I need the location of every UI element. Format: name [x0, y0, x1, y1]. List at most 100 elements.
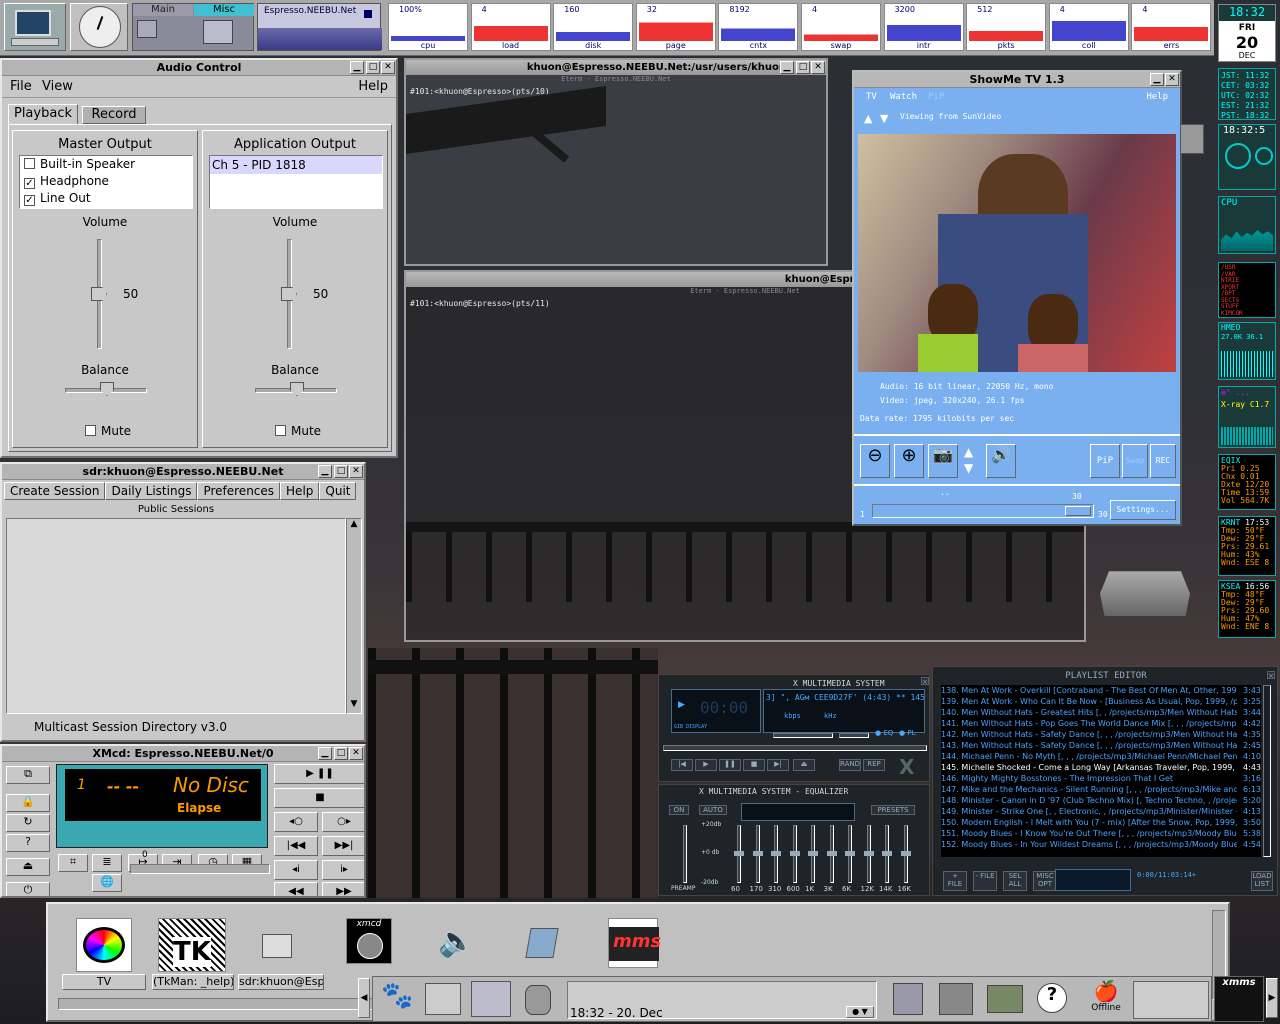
playlist-close-button[interactable]: ×	[1267, 671, 1275, 680]
clock-icon[interactable]	[70, 3, 128, 51]
swap-button[interactable]: Swap	[1122, 444, 1148, 478]
help-button[interactable]: Help	[280, 482, 320, 500]
playlist-item[interactable]: 143. Men Without Hats - Safety Dance [, …	[941, 740, 1261, 751]
playlist-item[interactable]: 151. Moody Blues - I Know You're Out The…	[941, 828, 1261, 839]
zoom-in-icon[interactable]: ⊕	[894, 444, 924, 478]
menu-tv[interactable]: TV	[866, 92, 877, 102]
slider-thumb[interactable]	[1065, 506, 1091, 516]
sessions-list[interactable]	[6, 518, 346, 714]
checkbox-checked[interactable]: ✓	[24, 178, 35, 189]
playlist-item[interactable]: 146. Mighty Mighty Bosstones - The Impre…	[941, 773, 1261, 784]
app-balance-thumb[interactable]	[290, 382, 304, 396]
playlist-item[interactable]: 138. Men At Work - Overkill [Contraband …	[941, 685, 1261, 696]
menu-help[interactable]: Help	[1146, 92, 1168, 102]
sdr-app-icon[interactable]	[262, 934, 292, 958]
world-icon[interactable]: 🌐	[92, 874, 122, 892]
playlist-item[interactable]: 145. Michelle Shocked - Come a Long Way …	[941, 762, 1261, 773]
prev-button[interactable]: |◀	[671, 759, 693, 771]
eq-band-knob[interactable]	[808, 851, 818, 856]
eject-button[interactable]: ⏏	[793, 759, 815, 771]
zoom-out-icon[interactable]: ⊖	[860, 444, 890, 478]
tab-record[interactable]: Record	[82, 106, 146, 124]
task-sdr[interactable]: sdr:khuon@Espr	[238, 974, 324, 990]
task-tkman[interactable]: (TkMan: _help)	[152, 974, 234, 990]
mode-icon[interactable]: ⧉	[6, 766, 50, 784]
shuffle-button[interactable]: RAND	[839, 759, 861, 771]
create-session-button[interactable]: Create Session	[4, 482, 106, 500]
down-arrow-icon[interactable]: ▼	[880, 112, 888, 125]
minimize-button[interactable]: ▁	[350, 61, 364, 74]
menu-help[interactable]: Help	[358, 79, 388, 94]
clock-entry[interactable]: 18:32 - 20. Dec ● ▼	[567, 981, 877, 1020]
quit-button[interactable]: Quit	[319, 482, 357, 500]
stop-button[interactable]: ■	[743, 759, 765, 771]
preferences-button[interactable]: Preferences	[197, 482, 281, 500]
maximize-button[interactable]: □	[366, 61, 380, 74]
eq-auto-button[interactable]: AUTO	[699, 805, 727, 815]
daily-listings-button[interactable]: Daily Listings	[105, 482, 198, 500]
rewind-button[interactable]: ◀◀	[274, 882, 318, 896]
add-file-button[interactable]: + FILE	[943, 871, 967, 891]
desk-misc[interactable]: Misc	[194, 4, 254, 16]
playlist-item[interactable]: 148. Minister - Canon in D '97 (Club Tec…	[941, 795, 1261, 806]
close-button[interactable]: ✕	[1165, 73, 1179, 86]
up-arrow-icon[interactable]: ▲	[864, 112, 872, 125]
close-button[interactable]: ✕	[381, 61, 395, 74]
eq-band-knob[interactable]	[882, 851, 892, 856]
settings-button[interactable]: Settings...	[1110, 500, 1176, 520]
minimize-button[interactable]: ▁	[318, 747, 332, 760]
lock-icon[interactable]: 🔒	[6, 794, 50, 812]
minimize-button[interactable]: ▁	[1150, 73, 1164, 86]
playlist-item[interactable]: 139. Men At Work - Who Can It Be Now - […	[941, 696, 1261, 707]
item-built-in-speaker[interactable]: Built-in Speaker	[24, 156, 192, 173]
eq-band-knob[interactable]	[900, 851, 911, 856]
close-button[interactable]: ✕	[349, 747, 363, 760]
menu-watch[interactable]: Watch	[890, 92, 917, 102]
eq-band-knob[interactable]	[734, 851, 744, 856]
next-index-button[interactable]: i▸	[322, 860, 364, 880]
eq-toggle[interactable]: ● EQ	[875, 729, 893, 737]
eq-band-knob[interactable]	[771, 851, 781, 856]
presets-button[interactable]: PRESETS	[871, 805, 915, 815]
maximize-button[interactable]: □	[334, 465, 348, 478]
eq-band-knob[interactable]	[863, 851, 874, 856]
search-fwd-button[interactable]: ○▸	[322, 812, 364, 832]
ffwd-button[interactable]: ▶▶	[322, 882, 364, 896]
eq-band-knob[interactable]	[789, 851, 800, 856]
frame-rate-slider[interactable]	[872, 504, 1094, 518]
quit-icon[interactable]: ⏻	[6, 882, 50, 896]
menu-file[interactable]: File	[10, 79, 32, 94]
play-button[interactable]: ▶	[695, 759, 717, 771]
master-volume-thumb[interactable]	[91, 287, 107, 301]
playlist-list[interactable]: 138. Men At Work - Overkill [Contraband …	[941, 685, 1261, 857]
next-track-button[interactable]: ▶▶|	[322, 836, 364, 856]
scrollbar[interactable]: ▲ ▼	[346, 518, 362, 714]
load-list-button[interactable]: LOAD LIST	[1251, 871, 1273, 891]
pip-button[interactable]: PiP	[1090, 444, 1120, 478]
minimize-button[interactable]: ▁	[780, 61, 794, 74]
xmms-app-icon[interactable]	[525, 928, 559, 958]
scroll-up-icon[interactable]: ▲	[347, 519, 361, 533]
foot-icon[interactable]: 🐾	[381, 981, 413, 1011]
item-headphone[interactable]: ✓ Headphone	[24, 173, 192, 190]
master-mute[interactable]: Mute	[85, 424, 131, 438]
menu-pip[interactable]: PiP	[928, 92, 944, 102]
list-item[interactable]: Ch 5 - PID 1818	[210, 156, 382, 174]
checkbox[interactable]	[275, 425, 286, 436]
close-button[interactable]: ✕	[349, 465, 363, 478]
playlist-scrollbar[interactable]	[1263, 685, 1271, 857]
playlist-item[interactable]: 140. Men Without Hats - Greatest Hits [,…	[941, 707, 1261, 718]
checkbox[interactable]	[85, 425, 96, 436]
pl-toggle[interactable]: ● PL	[899, 729, 915, 737]
playlist-item[interactable]: 149. Minister - Strike One [, , Electron…	[941, 806, 1261, 817]
stop-button[interactable]: ■	[274, 788, 364, 808]
maximize-button[interactable]: □	[796, 61, 810, 74]
maximize-button[interactable]: □	[334, 747, 348, 760]
prev-track-button[interactable]: |◀◀	[274, 836, 318, 856]
terminal-window-1[interactable]: khuon@Espresso.NEEBU.Net:/usr/users/khuo…	[404, 58, 828, 266]
help-icon[interactable]: ?	[1037, 983, 1067, 1013]
scroll-right-icon[interactable]: ▶	[1266, 978, 1278, 1018]
tkman-icon[interactable]: TK	[158, 918, 226, 972]
terminal-launch-icon[interactable]	[893, 983, 923, 1015]
rec-button[interactable]: REC	[1150, 444, 1176, 478]
